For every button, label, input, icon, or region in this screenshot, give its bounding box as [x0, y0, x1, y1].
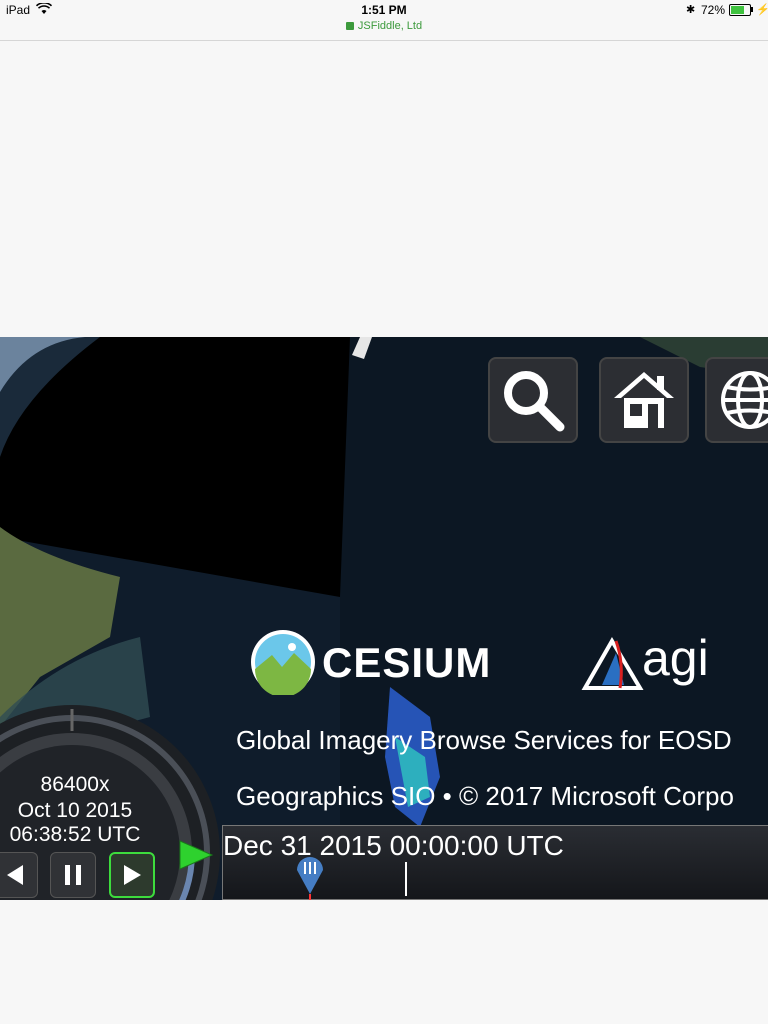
shuttle-ring-pointer-icon[interactable] — [178, 837, 214, 873]
imagery-credit: Global Imagery Browse Services for EOSD — [236, 725, 732, 755]
timeline-tick — [405, 862, 407, 896]
timeline-needle-icon[interactable] — [293, 854, 327, 894]
cesium-wordmark[interactable]: CESIUM — [322, 639, 491, 687]
page-background — [0, 900, 768, 1024]
play-button[interactable] — [109, 852, 155, 898]
timeline-time-label: Dec 31 2015 00:00:00 UTC — [223, 830, 564, 861]
cesium-logo-icon[interactable] — [250, 629, 316, 695]
status-bar: iPad 1:51 PM JSFiddle, Ltd ✱ 72% ⚡ — [0, 0, 768, 41]
battery-icon — [729, 4, 751, 16]
site-name: JSFiddle, Ltd — [357, 20, 423, 32]
agi-logo-icon[interactable] — [580, 633, 650, 693]
clock: 1:51 PM — [361, 3, 407, 17]
cesium-viewer[interactable]: CESIUM agi Global Imagery Browse Service… — [0, 337, 768, 900]
agi-wordmark[interactable]: agi — [642, 629, 709, 687]
bluetooth-icon: ✱ — [686, 4, 696, 16]
animation-date: Oct 10 2015 — [17, 799, 133, 822]
play-reverse-icon — [7, 865, 23, 885]
battery-level — [731, 6, 744, 14]
pause-button[interactable] — [50, 852, 96, 898]
pause-icon — [65, 865, 81, 885]
home-button[interactable] — [599, 357, 689, 443]
charging-icon: ⚡ — [756, 4, 768, 16]
battery-cap — [751, 7, 753, 12]
search-icon — [504, 371, 565, 432]
imagery-credit-microsoft: Geographics SIO • © 2017 Microsoft Corpo — [236, 781, 734, 811]
animation-time: 06:38:52 UTC — [9, 823, 141, 846]
battery-percent: 72% — [701, 3, 726, 17]
credit-logos: CESIUM agi — [250, 629, 768, 699]
globe-icon — [721, 371, 768, 429]
play-icon — [124, 865, 141, 885]
scene-mode-button[interactable] — [705, 357, 768, 443]
site-identity[interactable]: JSFiddle, Ltd — [0, 20, 768, 32]
geocoder-search-button[interactable] — [488, 357, 578, 443]
timeline[interactable]: Dec 31 2015 00:00:00 UTC — [222, 825, 768, 900]
lock-icon — [345, 22, 354, 30]
home-icon — [614, 372, 674, 428]
play-reverse-button[interactable] — [0, 852, 38, 898]
animation-speed: 86400x — [40, 773, 110, 796]
